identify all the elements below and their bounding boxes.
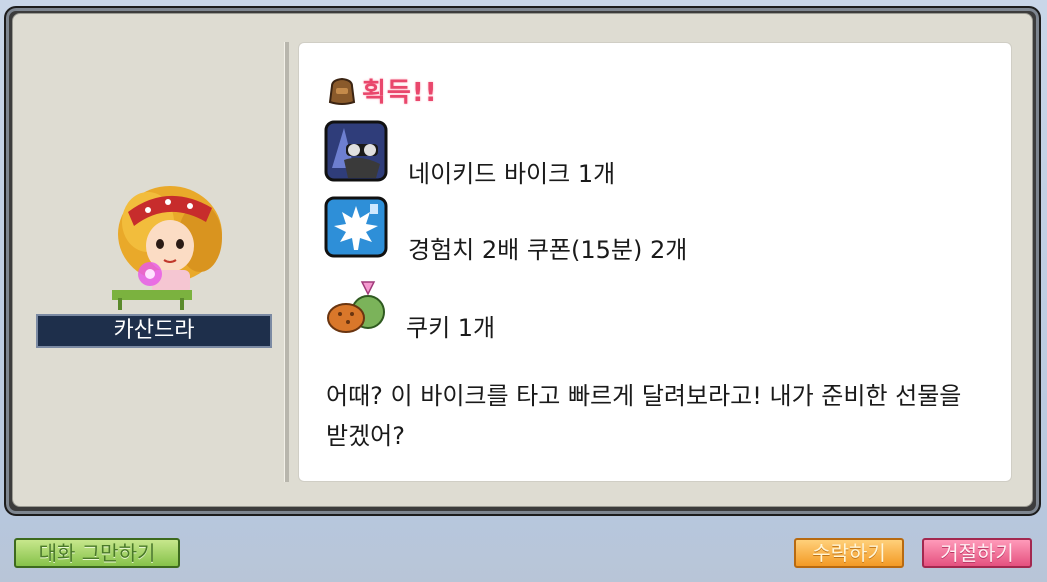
reward-header-text: 획득!! <box>362 78 438 108</box>
end-chat-button[interactable]: 대화 그만하기 <box>14 538 180 568</box>
panel-divider <box>284 42 289 482</box>
cookie-bag-icon <box>324 272 388 336</box>
reward-label: 쿠키 1개 <box>406 314 496 342</box>
npc-name-plate: 카산드라 <box>36 314 272 348</box>
dialog-message: 어때? 이 바이크를 타고 빠르게 달려보라고! 내가 준비한 선물을 받겠어? <box>326 382 962 450</box>
npc-portrait <box>108 182 234 310</box>
bag-icon <box>326 74 358 106</box>
reward-label: 경험치 2배 쿠폰(15분) 2개 <box>408 236 688 264</box>
accept-button[interactable]: 수락하기 <box>794 538 904 568</box>
reward-label: 네이키드 바이크 1개 <box>408 160 616 188</box>
maple-leaf-coupon-icon <box>324 196 388 260</box>
npc-dialog-window: 카산드라 획득!! 네이키드 바이크 1개 경험치 2배 쿠폰(15분) 2개 … <box>0 0 1047 582</box>
decline-button[interactable]: 거절하기 <box>922 538 1032 568</box>
bike-icon <box>324 120 388 184</box>
